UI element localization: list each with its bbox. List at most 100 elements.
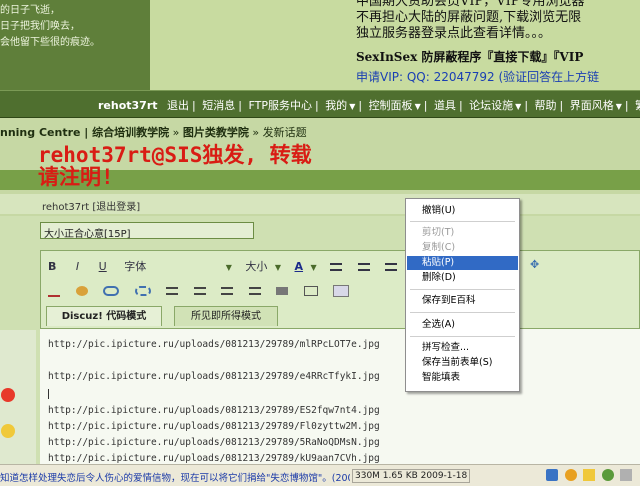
nav-control-panel[interactable]: 控制面板 [369, 99, 413, 112]
text-color-button[interactable]: A [295, 260, 304, 273]
menu-item-paste[interactable]: 粘贴(P) [407, 256, 518, 270]
message-line: http://pic.ipicture.ru/uploads/081213/29… [48, 371, 380, 382]
quote-icon[interactable] [276, 287, 288, 295]
login-status[interactable]: rehot37rt [退出登录] [42, 198, 140, 213]
smiley-icon[interactable] [1, 424, 15, 438]
menu-item-save-baike[interactable]: 保存到E百科 [407, 294, 518, 308]
menu-separator [410, 289, 515, 290]
menu-separator [410, 221, 515, 222]
underline-button[interactable]: U [99, 260, 107, 273]
menu-separator [410, 312, 515, 313]
dropdown-arrow-icon[interactable]: ▼ [515, 102, 521, 111]
font-select[interactable]: 字体 [124, 258, 146, 274]
smilies-panel [0, 330, 36, 464]
tab-wysiwyg[interactable]: 所见即所得模式 [174, 306, 278, 326]
menu-item-smart-fill[interactable]: 智能填表 [407, 371, 518, 385]
subject-input[interactable]: 大小正合心意[15P] [40, 222, 254, 240]
settings-icon[interactable] [620, 469, 632, 481]
status-bar: 知道怎样处理失恋后令人伤心的爱情信物，现在可以将它们捐给"失恋博物馆"。(200… [0, 464, 640, 486]
breadcrumb-separator: » [169, 126, 183, 139]
breadcrumb-subforum[interactable]: 图片类教学院 [183, 126, 249, 139]
editor-toolbar-row2 [48, 284, 361, 297]
align-left-icon[interactable] [330, 263, 343, 271]
italic-button[interactable]: I [76, 260, 79, 273]
nav-style[interactable]: 界面风格 [570, 99, 614, 112]
menu-item-cut[interactable]: 剪切(T) [407, 226, 518, 240]
globe-icon[interactable] [601, 469, 614, 481]
align-right-icon[interactable] [385, 263, 398, 271]
nav-username[interactable]: rehot37rt [98, 99, 158, 112]
nav-traditional[interactable]: 繁 [635, 99, 640, 112]
news-ticker[interactable]: 知道怎样处理失恋后令人伤心的爱情信物，现在可以将它们捐给"失恋博物馆"。(200… [0, 470, 350, 484]
bold-button[interactable]: B [48, 260, 56, 273]
size-select[interactable]: 大小 [245, 258, 267, 274]
folder-icon[interactable] [583, 469, 595, 481]
ordered-list-icon[interactable] [166, 287, 178, 295]
promo-line[interactable]: 中国期大资助会员VIP，VIP专用浏览器 [356, 0, 640, 10]
promo-line[interactable]: 独立服务器登录点此查看详情。。。 [356, 26, 640, 42]
message-line: http://pic.ipicture.ru/uploads/081213/29… [48, 339, 380, 350]
menu-separator [410, 336, 515, 337]
dropdown-arrow-icon[interactable]: ▼ [311, 263, 317, 272]
message-textarea[interactable]: http://pic.ipicture.ru/uploads/081213/29… [40, 328, 640, 465]
dropdown-arrow-icon[interactable]: ▼ [415, 102, 421, 111]
poem-line: 日子把我们唤去， [0, 21, 80, 32]
paint-icon[interactable] [75, 286, 88, 296]
breadcrumb-current: 发新话题 [262, 126, 307, 139]
unlink-icon[interactable] [134, 286, 151, 296]
nav-tools[interactable]: 道具 [434, 99, 456, 112]
menu-item-select-all[interactable]: 全选(A) [407, 318, 518, 332]
message-line: http://pic.ipicture.ru/uploads/081213/29… [48, 405, 380, 416]
hyperlink-icon[interactable] [103, 286, 119, 296]
dropdown-arrow-icon[interactable]: ▼ [226, 263, 232, 272]
tab-discuz-code[interactable]: Discuz! 代码模式 [46, 306, 162, 326]
message-line: http://pic.ipicture.ru/uploads/081213/29… [48, 453, 380, 464]
vip-promo[interactable]: 中国期大资助会员VIP，VIP专用浏览器 不再担心大陆的屏蔽问题,下载浏览无限 … [356, 0, 640, 90]
angry-smiley-icon[interactable] [1, 388, 15, 402]
watermark-line: rehot37rt@SIS独发, 转载 [38, 143, 312, 167]
dropdown-arrow-icon[interactable]: ▼ [616, 102, 622, 111]
lightning-icon[interactable] [564, 469, 577, 481]
breadcrumb-forum[interactable]: nning Centre | 综合培训教学院 [0, 126, 169, 139]
nav-ftp[interactable]: FTP服务中心 [248, 99, 312, 112]
message-line: http://pic.ipicture.ru/uploads/081213/29… [48, 421, 380, 432]
poem-line: 的日子飞逝， [0, 5, 60, 16]
text-cursor [48, 389, 49, 399]
code-icon[interactable] [303, 286, 318, 296]
message-line: http://pic.ipicture.ru/uploads/081213/29… [48, 437, 380, 448]
outdent-icon[interactable] [221, 287, 233, 295]
context-menu: 撤销(U) 剪切(T) 复制(C) 粘贴(P) 删除(D) 保存到E百科 全选(… [405, 198, 520, 392]
unordered-list-icon[interactable] [193, 287, 206, 295]
breadcrumb: nning Centre | 综合培训教学院 » 图片类教学院 » 发新话题 [0, 124, 640, 144]
menu-item-copy[interactable]: 复制(C) [407, 241, 518, 255]
header-poem: 的日子飞逝， 日子把我们唤去， 会他留下些很的痕迹。 [0, 0, 150, 90]
poem-line: 会他留下些很的痕迹。 [0, 37, 100, 48]
dropdown-arrow-icon[interactable]: ▼ [275, 263, 281, 272]
menu-item-save-form[interactable]: 保存当前表单(S) [407, 356, 518, 370]
nav-forum-facilities[interactable]: 论坛设施 [469, 99, 513, 112]
link-icon[interactable]: ✥ [530, 258, 539, 271]
nav-my[interactable]: 我的 [325, 99, 347, 112]
dropdown-arrow-icon[interactable]: ▼ [349, 102, 355, 111]
login-row: rehot37rt [退出登录] [0, 194, 640, 214]
menu-item-undo[interactable]: 撤销(U) [407, 204, 518, 218]
editor-toolbar-row1: B I U 字体 ▼ 大小 ▼ A ▼ [48, 258, 409, 274]
remove-format-icon[interactable] [48, 285, 60, 297]
align-center-icon[interactable] [357, 263, 370, 271]
vip-apply-line[interactable]: 申请VIP: QQ: 22047792 (验证回答在上方链 [356, 68, 640, 85]
nav-messages[interactable]: 短消息 [202, 99, 235, 112]
nav-logout[interactable]: 退出 [167, 99, 189, 112]
promo-line[interactable]: 不再担心大陆的屏蔽问题,下载浏览无限 [356, 10, 640, 26]
menu-item-delete[interactable]: 删除(D) [407, 271, 518, 285]
menu-item-spellcheck[interactable]: 拼写检查... [407, 341, 518, 355]
top-nav: rehot37rt 退出 | 短消息 | FTP服务中心 | 我的 ▼ | 控制面板 ▼ | … [0, 90, 640, 118]
watermark-text: rehot37rt@SIS独发, 转载 请注明! [38, 144, 478, 188]
breadcrumb-separator: » [248, 126, 263, 139]
tray-icons [546, 468, 635, 481]
shield-icon[interactable] [546, 469, 558, 481]
indent-icon[interactable] [248, 287, 261, 295]
sis-download-line[interactable]: SexInSex 防屏蔽程序『直接下载』『VIP [356, 48, 640, 65]
flash-icon[interactable] [333, 285, 349, 297]
nav-help[interactable]: 帮助 [535, 99, 557, 112]
memory-stats: 330M 1.65 KB 2009-1-18 [352, 469, 471, 483]
